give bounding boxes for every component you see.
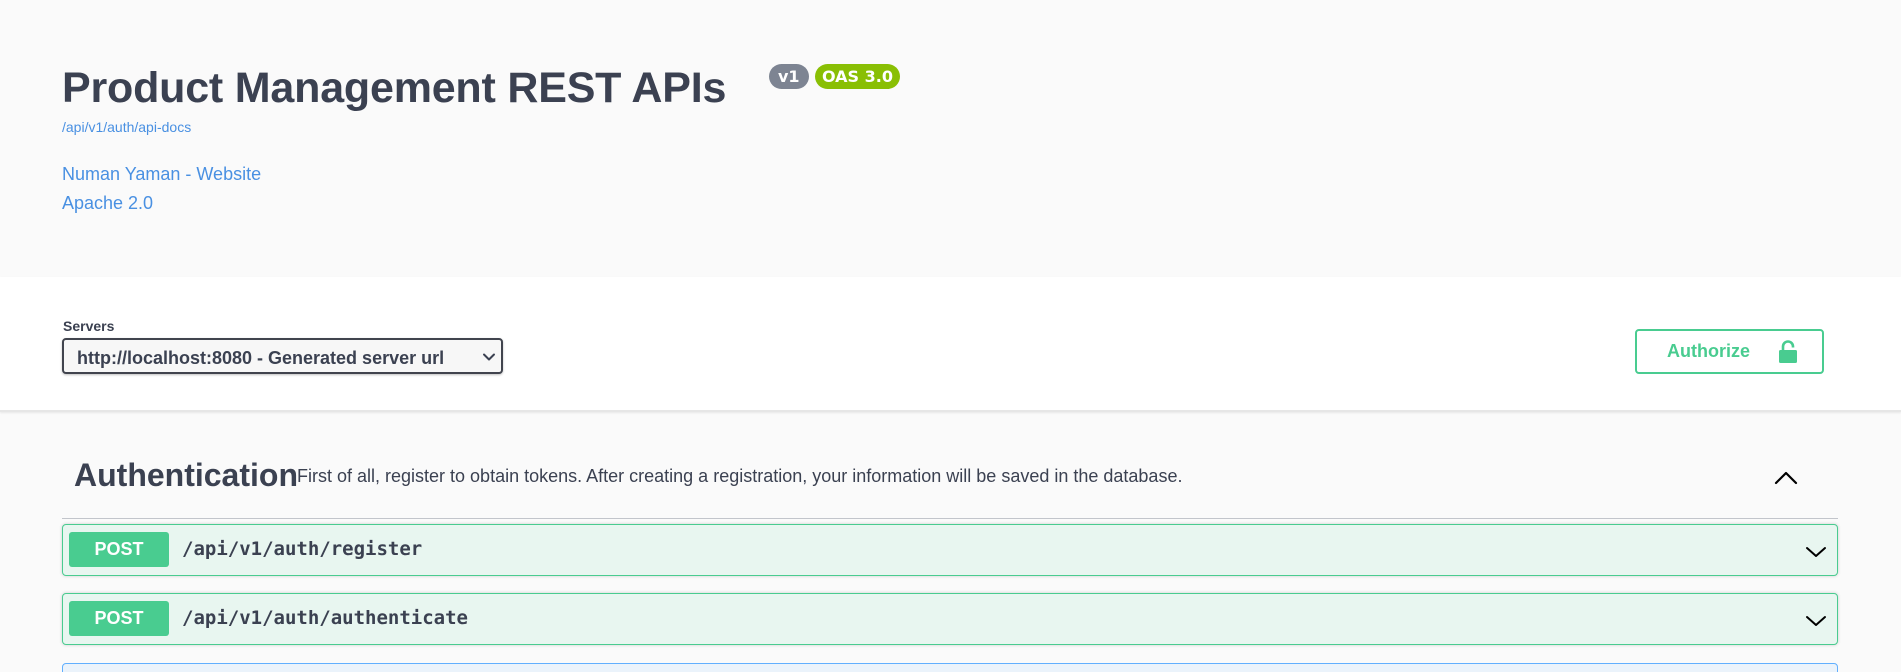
tag-title: Authentication [74, 457, 298, 493]
chevron-down-icon[interactable] [1805, 541, 1827, 563]
chevron-up-icon[interactable] [1773, 465, 1799, 491]
scheme-container: Servers http://localhost:8080 - Generate… [0, 277, 1901, 412]
method-badge: POST [69, 532, 169, 567]
authorize-button[interactable]: Authorize [1635, 329, 1824, 374]
operation-authenticate[interactable]: POST /api/v1/auth/authenticate [62, 593, 1838, 645]
contact-website-link[interactable]: Numan Yaman - Website [62, 164, 261, 185]
license-link[interactable]: Apache 2.0 [62, 193, 153, 214]
operation-partial[interactable] [62, 663, 1838, 672]
unlocked-icon [1779, 340, 1797, 363]
operation-register[interactable]: POST /api/v1/auth/register [62, 524, 1838, 576]
tag-description: First of all, register to obtain tokens.… [297, 466, 1183, 486]
servers-label: Servers [63, 318, 115, 334]
method-badge: POST [69, 601, 169, 636]
oas-badge: OAS 3.0 [815, 64, 900, 89]
api-title: Product Management REST APIs [62, 64, 727, 112]
authorize-label: Authorize [1667, 341, 1750, 361]
operation-path: /api/v1/auth/authenticate [182, 607, 468, 629]
server-select-value: http://localhost:8080 - Generated server… [77, 348, 445, 368]
operation-path: /api/v1/auth/register [182, 538, 423, 560]
api-docs-link[interactable]: /api/v1/auth/api-docs [62, 119, 191, 135]
api-info-section: Product Management REST APIs v1 OAS 3.0 … [0, 0, 1901, 277]
tag-section-authentication[interactable]: Authentication First of all, register to… [62, 445, 1838, 519]
version-badge: v1 [769, 64, 809, 89]
chevron-down-icon[interactable] [1805, 610, 1827, 632]
server-select[interactable]: http://localhost:8080 - Generated server… [62, 338, 503, 374]
chevron-down-icon [483, 353, 495, 361]
